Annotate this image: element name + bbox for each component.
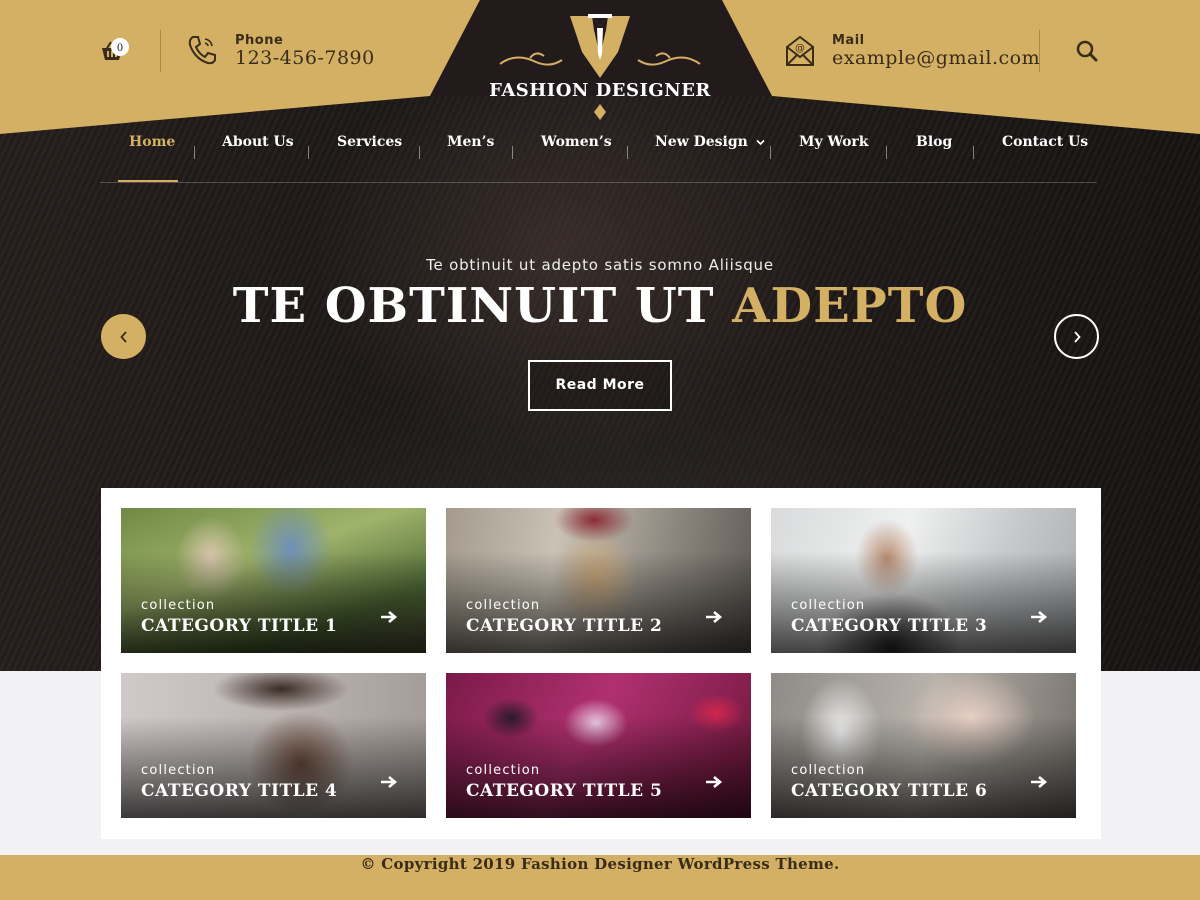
header-divider bbox=[1039, 30, 1040, 72]
nav-item-contact-us[interactable]: Contact Us bbox=[1002, 134, 1088, 183]
nav-item-about-us[interactable]: About Us bbox=[222, 134, 294, 183]
card-collection-label: collection bbox=[466, 763, 541, 778]
category-card-1[interactable]: collection CATEGORY TITLE 1 bbox=[121, 508, 426, 653]
arrow-right-icon bbox=[1031, 611, 1048, 623]
nav-active-indicator bbox=[118, 180, 178, 182]
phone-label: Phone bbox=[235, 33, 284, 48]
nav-separator bbox=[194, 146, 195, 159]
read-more-button[interactable]: Read More bbox=[528, 360, 672, 411]
card-title: CATEGORY TITLE 2 bbox=[466, 616, 663, 636]
category-card-2[interactable]: collection CATEGORY TITLE 2 bbox=[446, 508, 751, 653]
card-title: CATEGORY TITLE 4 bbox=[141, 781, 338, 801]
nav-item-my-work[interactable]: My Work bbox=[799, 134, 869, 183]
nav-item-new-design-label: New Design bbox=[655, 134, 748, 150]
slider-prev-button[interactable] bbox=[101, 314, 146, 359]
slide-subtitle: Te obtinuit ut adepto satis somno Aliisq… bbox=[426, 256, 774, 274]
card-title: CATEGORY TITLE 3 bbox=[791, 616, 988, 636]
category-card-5[interactable]: collection CATEGORY TITLE 5 bbox=[446, 673, 751, 818]
arrow-right-icon bbox=[706, 776, 723, 788]
main-navigation: Home About Us Services Men’s Women’s New… bbox=[100, 134, 1097, 183]
footer-copyright: © Copyright 2019 Fashion Designer WordPr… bbox=[0, 855, 1200, 900]
nav-separator bbox=[512, 146, 513, 159]
search-icon[interactable] bbox=[1076, 40, 1098, 62]
arrow-right-icon bbox=[381, 776, 398, 788]
card-collection-label: collection bbox=[141, 763, 216, 778]
nav-separator bbox=[627, 146, 628, 159]
phone-number[interactable]: 123-456-7890 bbox=[235, 47, 375, 69]
header-divider bbox=[160, 30, 161, 72]
slide-title: TE OBTINUIT UT ADEPTO bbox=[150, 278, 1050, 334]
category-card-6[interactable]: collection CATEGORY TITLE 6 bbox=[771, 673, 1076, 818]
category-panel: collection CATEGORY TITLE 1 collection C… bbox=[101, 488, 1101, 839]
svg-text:@: @ bbox=[795, 43, 805, 54]
nav-separator bbox=[419, 146, 420, 159]
chevron-down-icon bbox=[756, 139, 765, 145]
card-title: CATEGORY TITLE 6 bbox=[791, 781, 988, 801]
slide-title-main: TE OBTINUIT UT bbox=[232, 278, 715, 334]
nav-item-womens[interactable]: Women’s bbox=[541, 134, 612, 183]
nav-item-mens[interactable]: Men’s bbox=[447, 134, 494, 183]
phone-icon bbox=[188, 36, 216, 65]
chevron-right-icon bbox=[1073, 330, 1081, 343]
nav-separator bbox=[770, 146, 771, 159]
nav-separator bbox=[886, 146, 887, 159]
nav-separator bbox=[973, 146, 974, 159]
card-collection-label: collection bbox=[791, 763, 866, 778]
card-collection-label: collection bbox=[466, 598, 541, 613]
chevron-left-icon bbox=[119, 330, 127, 343]
card-collection-label: collection bbox=[141, 598, 216, 613]
card-collection-label: collection bbox=[791, 598, 866, 613]
cart-count-badge: 0 bbox=[111, 38, 129, 56]
arrow-right-icon bbox=[381, 611, 398, 623]
nav-separator bbox=[308, 146, 309, 159]
arrow-right-icon bbox=[706, 611, 723, 623]
arrow-right-icon bbox=[1031, 776, 1048, 788]
mail-icon: @ bbox=[786, 35, 814, 66]
slide-title-accent: ADEPTO bbox=[732, 278, 968, 334]
nav-item-home[interactable]: Home bbox=[129, 134, 175, 183]
mail-label: Mail bbox=[832, 33, 865, 48]
slider-next-button[interactable] bbox=[1054, 314, 1099, 359]
nav-item-blog[interactable]: Blog bbox=[916, 134, 952, 183]
nav-item-new-design[interactable]: New Design bbox=[655, 134, 765, 183]
card-title: CATEGORY TITLE 1 bbox=[141, 616, 338, 636]
logo-emblem[interactable] bbox=[496, 12, 704, 82]
mail-address[interactable]: example@gmail.com bbox=[832, 47, 1040, 69]
category-card-4[interactable]: collection CATEGORY TITLE 4 bbox=[121, 673, 426, 818]
category-card-3[interactable]: collection CATEGORY TITLE 3 bbox=[771, 508, 1076, 653]
logo-diamond-icon bbox=[594, 104, 606, 120]
nav-item-services[interactable]: Services bbox=[337, 134, 402, 183]
site-logo-text[interactable]: FASHION DESIGNER bbox=[470, 80, 730, 101]
card-title: CATEGORY TITLE 5 bbox=[466, 781, 663, 801]
